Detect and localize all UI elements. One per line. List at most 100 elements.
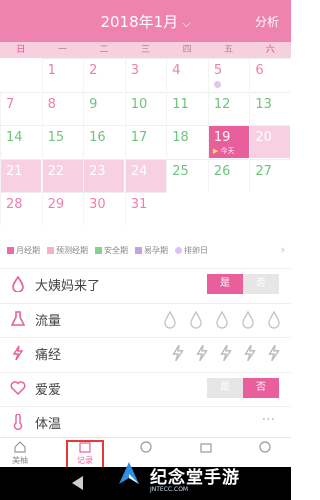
- calendar-day[interactable]: 6: [249, 58, 291, 91]
- flow-level-drop[interactable]: [267, 311, 281, 329]
- weekday-label: 一: [57, 45, 67, 55]
- flow-label: 流量: [35, 313, 62, 329]
- period-came-label: 大姨妈来了: [35, 278, 101, 294]
- flow-level-drop[interactable]: [189, 311, 203, 329]
- day-number: 21: [6, 163, 23, 179]
- calendar-day[interactable]: 18: [166, 125, 208, 159]
- today-label: 今天: [220, 147, 235, 156]
- calendar-day[interactable]: 9: [83, 91, 125, 125]
- lightning-icon: [9, 344, 27, 362]
- day-number: 14: [6, 130, 23, 146]
- calendar-day[interactable]: 20: [249, 125, 291, 159]
- calendar-day[interactable]: 4: [166, 58, 208, 91]
- day-number: 26: [213, 163, 231, 179]
- day-number: 8: [47, 96, 56, 112]
- brand-url: JNTECC.COM: [150, 486, 189, 493]
- calendar-day[interactable]: 5: [207, 58, 249, 91]
- day-number: 10: [130, 96, 148, 112]
- no-button[interactable]: 否: [243, 274, 279, 294]
- calendar-day[interactable]: 3: [124, 58, 166, 91]
- love-toggle: 是 否: [207, 378, 279, 398]
- no-button[interactable]: 否: [243, 378, 279, 398]
- day-number: 2: [89, 63, 98, 78]
- day-number: 3: [130, 63, 139, 78]
- legend-swatch: [95, 246, 102, 254]
- heart-icon: [9, 379, 27, 397]
- calendar-day[interactable]: 11: [166, 91, 208, 125]
- weekday-label: 三: [141, 45, 151, 55]
- day-number: 23: [89, 163, 106, 179]
- top-bar: 2018年1月 ⌵ 分析: [0, 0, 291, 42]
- legend-item: 月经期: [7, 245, 40, 256]
- calendar-day[interactable]: 2: [83, 58, 125, 91]
- calendar-day[interactable]: 25: [166, 158, 208, 192]
- weekday-label: 二: [99, 45, 109, 55]
- cramp-level-bolt[interactable]: [195, 344, 209, 362]
- calendar-day[interactable]: 27: [249, 158, 291, 192]
- legend-label: 排卵日: [184, 245, 208, 255]
- legend-swatch: [7, 246, 14, 254]
- brand-name: 纪念堂手游: [150, 468, 240, 488]
- weekday-label: 六: [265, 45, 275, 55]
- flow-level-selector: [163, 311, 281, 329]
- month-selector[interactable]: 2018年1月 ⌵: [0, 11, 291, 32]
- day-number: 7: [6, 96, 15, 112]
- analysis-button[interactable]: 分析: [255, 13, 279, 30]
- day-number: 15: [47, 130, 65, 146]
- logo-icon: [119, 462, 139, 484]
- calendar-day[interactable]: 17: [124, 125, 166, 159]
- today-tag: ▶ 今天: [213, 146, 235, 156]
- day-number: 27: [255, 163, 272, 179]
- period-came-row: 大姨妈来了 是 否: [0, 268, 291, 299]
- back-icon[interactable]: [72, 476, 83, 490]
- cramp-level-bolt[interactable]: [219, 344, 233, 362]
- flow-level-drop[interactable]: [215, 311, 229, 329]
- calendar-day[interactable]: 24: [124, 158, 166, 192]
- calendar-day[interactable]: 28: [0, 192, 41, 226]
- more-icon[interactable]: ···: [262, 412, 275, 428]
- cramp-level-bolt[interactable]: [171, 344, 185, 362]
- calendar-day[interactable]: 14: [0, 125, 41, 159]
- legend-item: 排卵日: [175, 245, 208, 256]
- cramp-level-bolt[interactable]: [243, 344, 257, 362]
- day-number: 11: [172, 96, 189, 112]
- watermark: 纪念堂手游 JNTECC.COM: [112, 452, 291, 500]
- temperature-row[interactable]: 体温 ···: [0, 406, 291, 437]
- flow-level-drop[interactable]: [241, 311, 255, 329]
- legend-item: 易孕期: [135, 245, 168, 256]
- yes-button[interactable]: 是: [207, 274, 243, 294]
- calendar-day[interactable]: 13: [249, 91, 291, 125]
- day-number: 20: [255, 130, 272, 146]
- tab-meiyou[interactable]: 美柚: [0, 441, 40, 466]
- calendar-day[interactable]: 8: [41, 91, 83, 125]
- calendar-day[interactable]: 29: [41, 192, 83, 226]
- calendar-day[interactable]: 10: [124, 91, 166, 125]
- calendar-day[interactable]: 16: [83, 125, 125, 159]
- calendar-day[interactable]: 23: [83, 158, 125, 192]
- calendar-day[interactable]: 1: [41, 58, 83, 91]
- calendar-day[interactable]: 7: [0, 91, 41, 125]
- calendar-grid: 1 2 3 4 5 6 7 8 9 10 11 12 13 14 15 16 17 18 19 ▶ 今天 20 21 22 2…: [0, 58, 291, 226]
- calendar-day-today[interactable]: 19 ▶ 今天: [207, 125, 249, 159]
- day-number: 19: [213, 130, 231, 146]
- calendar-day[interactable]: 30: [83, 192, 125, 226]
- legend-label: 月经期: [16, 245, 40, 255]
- weekday-label: 日: [16, 45, 26, 55]
- cramp-level-bolt[interactable]: [267, 344, 281, 362]
- calendar-day[interactable]: 15: [41, 125, 83, 159]
- calendar-day[interactable]: 12: [207, 91, 249, 125]
- yes-button[interactable]: 是: [207, 378, 243, 398]
- legend-label: 易孕期: [144, 245, 168, 255]
- day-number: 28: [6, 197, 23, 213]
- flow-level-drop[interactable]: [163, 311, 177, 329]
- day-number: 22: [47, 163, 65, 179]
- temperature-label: 体温: [35, 416, 62, 432]
- day-number: 13: [255, 96, 272, 112]
- calendar-day[interactable]: 21: [0, 158, 41, 192]
- day-number: 25: [172, 163, 189, 179]
- calendar-day[interactable]: 26: [207, 158, 249, 192]
- chevron-right-icon[interactable]: ›: [281, 243, 285, 256]
- calendar-day[interactable]: 22: [41, 158, 83, 192]
- calendar-day[interactable]: 31: [124, 192, 166, 226]
- flow-row: 流量: [0, 303, 291, 334]
